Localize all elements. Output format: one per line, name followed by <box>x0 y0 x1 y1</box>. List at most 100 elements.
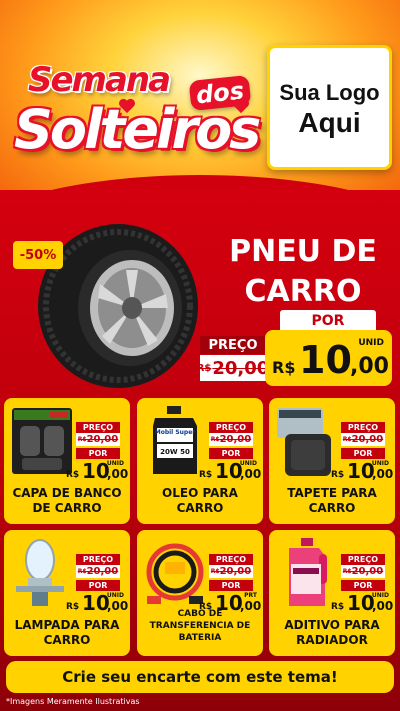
currency: R$ <box>66 470 80 480</box>
old-price: R$ 20,00 <box>209 565 253 578</box>
product-name: OLEO PARA CARRO <box>162 486 238 515</box>
old-price-value: 20,00 <box>212 357 270 379</box>
product-name: CABO DE TRANSFERENCIA DE BATERIA <box>149 609 251 643</box>
disclaimer-text: *Imagens Meramente Ilustrativas <box>6 697 140 706</box>
old-currency: R$ <box>342 568 352 575</box>
currency: R$ <box>199 470 213 480</box>
campaign-title: Semana dos Solteiros <box>14 58 264 168</box>
old-currency: R$ <box>210 436 220 443</box>
logo-placeholder[interactable]: Sua Logo Aqui <box>267 45 392 170</box>
heart-icon <box>233 98 249 114</box>
preco-label: PREÇO <box>209 554 253 565</box>
old-currency: R$ <box>342 436 352 443</box>
price-unit: UNID <box>358 338 384 348</box>
price-integer: 10 <box>347 459 375 483</box>
old-price: R$ 20,00 <box>76 433 120 446</box>
price-tag: R$ 10,00 UNID <box>331 459 394 485</box>
price-unit: UNID <box>239 460 257 467</box>
price-decimal: ,00 <box>372 599 394 613</box>
product-card[interactable]: PREÇO R$ 20,00 POR R$ 10,00 UNID TAPETE PAR… <box>269 398 395 524</box>
price-unit: UNID <box>106 592 124 599</box>
hero-price-tag: R$ 10 ,00 UNID <box>265 330 392 386</box>
product-card[interactable]: PREÇO R$ 20,00 POR R$ 10,00 UNID ADITIVO PA… <box>269 530 395 656</box>
preco-label: PREÇO <box>341 422 385 433</box>
old-price-value: 20,00 <box>351 434 384 445</box>
discount-badge: -50% <box>13 241 63 269</box>
price-tag: R$ 10,00 UNID <box>66 459 129 485</box>
old-price-value: 20,00 <box>219 434 252 445</box>
jumper-cable-image <box>146 543 204 604</box>
price-tag: R$ 10,00 UNID <box>66 591 129 617</box>
price-unit: PRT <box>244 592 257 599</box>
heart-icon <box>119 98 135 114</box>
price-decimal: ,00 <box>350 354 389 379</box>
hero-por-label: POR <box>280 310 376 332</box>
logo-text-line1: Sua Logo <box>279 79 380 105</box>
old-price-value: 20,00 <box>86 434 119 445</box>
preco-label: PREÇO <box>76 422 120 433</box>
hero-preco-label: PREÇO <box>200 336 266 354</box>
price-integer: 10 <box>82 591 110 615</box>
logo-text-line2: Aqui <box>298 106 361 138</box>
price-tag: R$ 10,00 UNID <box>199 459 262 485</box>
floor-mat-image <box>277 408 331 476</box>
price-tag: R$ 10,00 UNID <box>331 591 394 617</box>
product-name: LAMPADA PARA CARRO <box>14 618 120 647</box>
price-decimal: ,00 <box>107 599 129 613</box>
oil-brand-label: Mobil Super <box>155 429 196 436</box>
product-name: ADITIVO PARA RADIADOR <box>284 618 380 647</box>
title-line1: Semana <box>28 60 171 100</box>
currency: R$ <box>331 470 345 480</box>
headlight-bulb-image <box>16 539 64 606</box>
currency: R$ <box>66 602 80 612</box>
currency: R$ <box>331 602 345 612</box>
hero-old-price: R$ 20,00 <box>196 355 270 381</box>
price-integer: 10 <box>347 591 375 615</box>
price-unit: UNID <box>106 460 124 467</box>
hero-product-name: PNEU DE CARRO <box>210 232 396 312</box>
product-name: CAPA DE BANCO DE CARRO <box>12 486 122 515</box>
product-card[interactable]: PREÇO R$ 20,00 POR R$ 10,00 PRT CABO DE TRA… <box>137 530 263 656</box>
por-label: POR <box>209 448 253 459</box>
por-label: POR <box>341 580 385 591</box>
old-currency: R$ <box>77 436 87 443</box>
old-price: R$ 20,00 <box>209 433 253 446</box>
product-name: TAPETE PARA CARRO <box>287 486 377 515</box>
coolant-bottle-image <box>289 538 327 606</box>
preco-label: PREÇO <box>76 554 120 565</box>
price-integer: 10 <box>299 338 352 382</box>
oil-grade-label: 20W 50 <box>160 448 190 456</box>
preco-label: PREÇO <box>209 422 253 433</box>
old-currency: R$ <box>210 568 220 575</box>
product-card[interactable]: Mobil Super 20W 50 PREÇO R$ 20,00 POR R$ 1… <box>137 398 263 524</box>
old-price: R$ 20,00 <box>341 433 385 446</box>
hero-name-line2: CARRO <box>244 274 362 309</box>
por-label: POR <box>341 448 385 459</box>
create-flyer-button[interactable]: Crie seu encarte com este tema! <box>6 661 394 693</box>
old-price: R$ 20,00 <box>76 565 120 578</box>
price-integer: 10 <box>215 459 243 483</box>
price-decimal: ,00 <box>107 467 129 481</box>
old-currency: R$ <box>196 362 212 374</box>
por-label: POR <box>76 448 120 459</box>
old-price-value: 20,00 <box>86 566 119 577</box>
old-currency: R$ <box>77 568 87 575</box>
por-label: POR <box>209 580 253 591</box>
title-line2: Solteiros <box>14 98 261 161</box>
price-decimal: ,00 <box>240 467 262 481</box>
old-price-value: 20,00 <box>219 566 252 577</box>
preco-label: PREÇO <box>341 554 385 565</box>
por-label: POR <box>76 580 120 591</box>
price-decimal: ,00 <box>372 467 394 481</box>
oil-bottle-image: Mobil Super 20W 50 <box>153 406 197 474</box>
seat-cover-image <box>12 408 72 474</box>
price-unit: UNID <box>371 592 389 599</box>
old-price-value: 20,00 <box>351 566 384 577</box>
price-unit: UNID <box>371 460 389 467</box>
price-integer: 10 <box>82 459 110 483</box>
currency: R$ <box>272 358 296 377</box>
old-price: R$ 20,00 <box>341 565 385 578</box>
product-card[interactable]: PREÇO R$ 20,00 POR R$ 10,00 UNID CAPA DE BA… <box>4 398 130 524</box>
hero-name-line1: PNEU DE <box>229 234 377 269</box>
product-card[interactable]: PREÇO R$ 20,00 POR R$ 10,00 UNID LAMPADA PA… <box>4 530 130 656</box>
